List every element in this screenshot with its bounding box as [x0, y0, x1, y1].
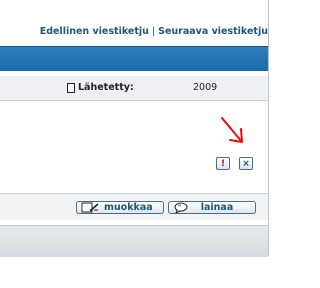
quote-post-button[interactable]: " lainaa [168, 201, 256, 214]
quote-label: lainaa [200, 202, 234, 213]
quote-icon: " [174, 202, 188, 213]
delete-icon: × [242, 158, 250, 169]
svg-text:": " [178, 204, 181, 211]
posted-label-group: Lähetetty: [67, 82, 134, 93]
edit-icon [81, 202, 99, 213]
document-icon [67, 82, 75, 93]
post-footer-bar [0, 225, 268, 257]
posted-label: Lähetetty: [78, 82, 134, 93]
next-thread-link[interactable]: Seuraava viestiketju [158, 26, 268, 37]
posted-date: 2009 [193, 82, 218, 93]
report-post-button[interactable]: ! [216, 157, 230, 170]
nav-separator: | [151, 25, 156, 37]
post-info-row: Lähetetty: 2009 [0, 76, 268, 101]
thread-navigation: Edellinen viestiketju | Seuraava viestik… [0, 18, 268, 44]
post-header-bar [0, 46, 268, 71]
previous-thread-link[interactable]: Edellinen viestiketju [40, 26, 149, 37]
edit-label: muokkaa [104, 202, 153, 213]
red-arrow-annotation [221, 117, 243, 143]
forum-post-panel: Edellinen viestiketju | Seuraava viestik… [0, 0, 269, 257]
post-actions-row: muokkaa " lainaa [0, 194, 268, 220]
edit-post-button[interactable]: muokkaa [76, 201, 164, 214]
delete-post-button[interactable]: × [239, 157, 253, 170]
report-icon: ! [220, 158, 226, 169]
